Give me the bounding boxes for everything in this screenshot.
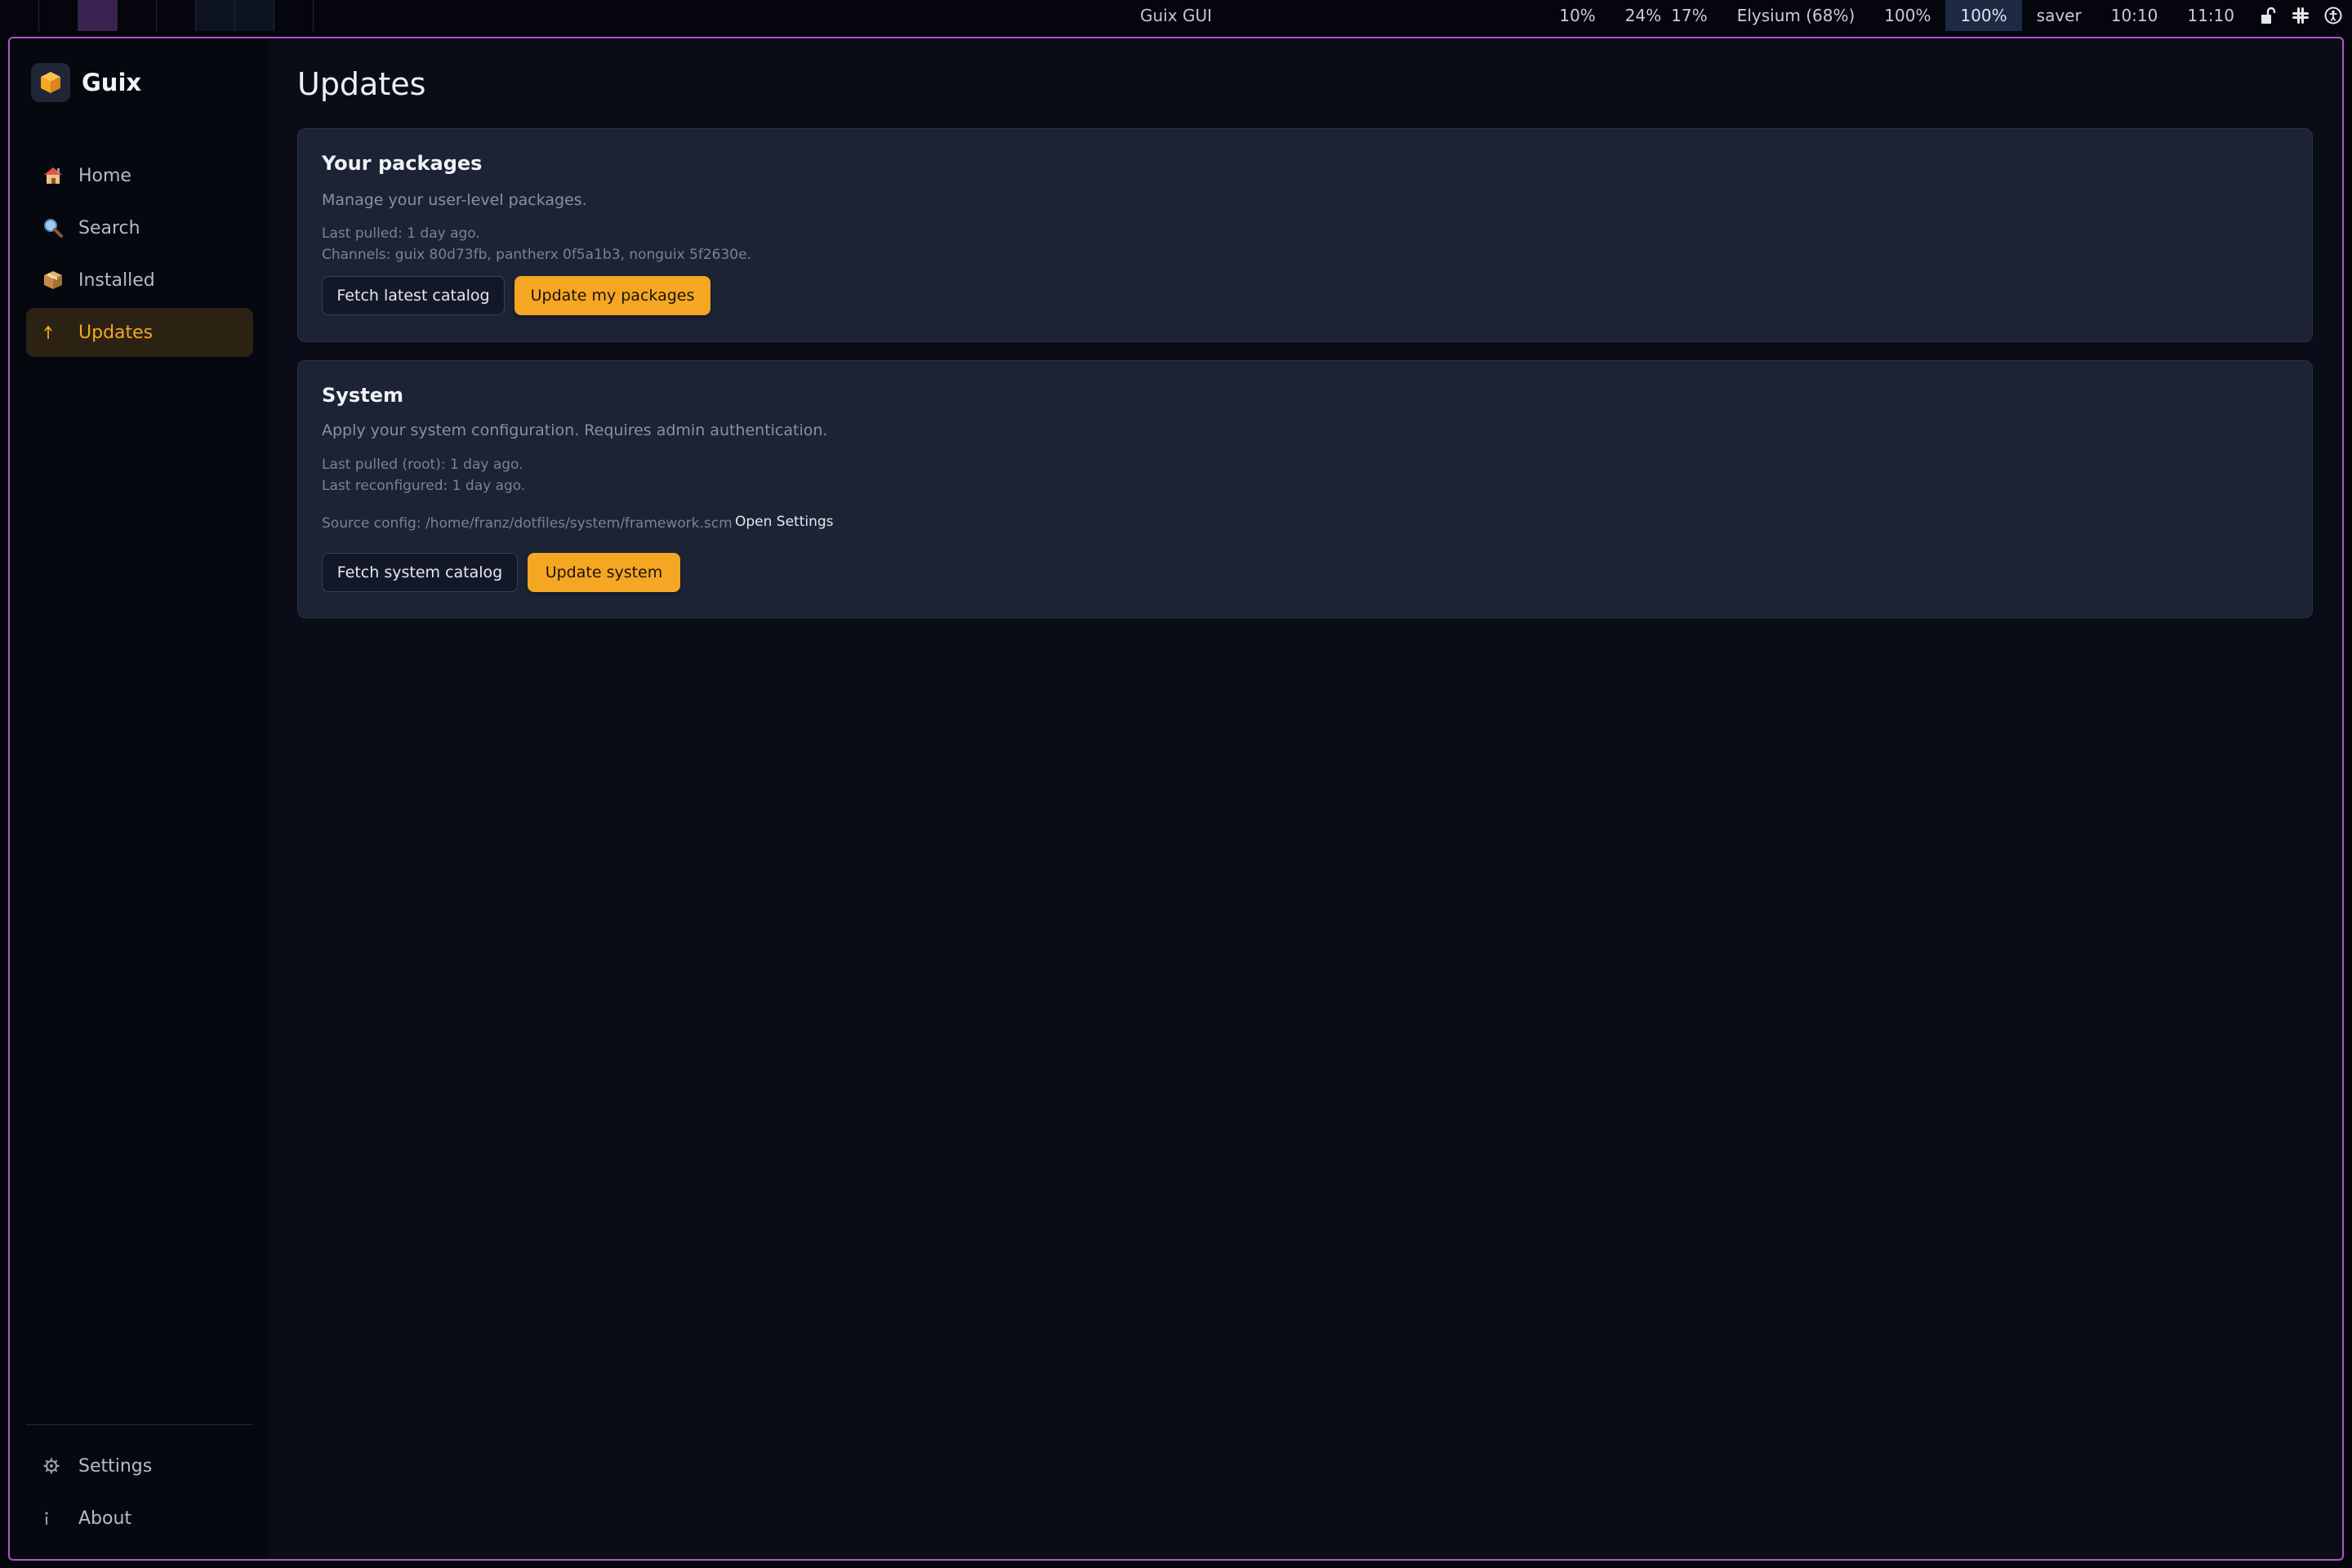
update-my-packages-button[interactable]: Update my packages [514,276,710,315]
clock-secondary: 11:10 [2187,6,2234,25]
sidebar-item-label: Installed [78,270,155,291]
system-last-reconfigured: Last reconfigured: 1 day ago. [322,478,526,494]
fetch-system-catalog-button[interactable]: Fetch system catalog [322,553,518,592]
open-settings-link[interactable]: Open Settings [735,514,834,530]
accessibility-icon[interactable] [2324,7,2342,24]
clock-local: 10:10 [2110,6,2158,25]
sidebar-item-updates[interactable]: Updates [26,308,253,357]
sidebar: Guix Home Search Installed Updates Setti… [10,38,268,1559]
home-icon [42,165,78,186]
package-icon [42,270,78,291]
guix-gui-window: Guix Home Search Installed Updates Setti… [8,37,2344,1561]
update-system-button[interactable]: Update system [528,553,680,592]
main-content: Updates Your packages Manage your user-l… [268,38,2342,1559]
arrow-up-icon [42,324,78,341]
system-card-description: Apply your system configuration. Require… [322,421,828,439]
packages-card: Your packages Manage your user-level pac… [297,128,2313,342]
sidebar-item-label: About [78,1508,132,1529]
sidebar-item-about[interactable]: About [26,1494,253,1543]
sidebar-nav: Home Search Installed Updates [26,151,253,360]
search-icon [42,217,78,238]
cpu-indicator: 10% [1559,6,1596,25]
system-tray [2249,7,2347,24]
wifi-indicator[interactable]: Elysium (68%) [1722,0,1870,31]
power-profile-indicator[interactable]: saver [2022,0,2096,31]
brightness-indicator[interactable]: 100% [1945,0,2022,31]
sidebar-item-home[interactable]: Home [26,151,253,200]
sidebar-bottom-nav: Settings About [26,1441,253,1546]
sidebar-divider [26,1424,253,1425]
fetch-latest-catalog-button[interactable]: Fetch latest catalog [322,276,505,315]
packages-channels: Channels: guix 80d73fb, pantherx 0f5a1b3… [322,247,751,263]
status-indicators: 10% 24% 17% Elysium (68%) 100% 100% save… [1544,0,2347,31]
page-title: Updates [297,66,426,102]
packages-last-pulled: Last pulled: 1 day ago. [322,225,480,242]
unlock-icon[interactable] [2261,7,2277,24]
sidebar-item-label: Home [78,165,131,186]
system-card-title: System [322,384,403,407]
gear-icon [42,1457,78,1475]
system-source-config: Source config: /home/franz/dotfiles/syst… [322,515,733,532]
packages-card-description: Manage your user-level packages. [322,191,587,209]
info-icon [42,1510,78,1526]
sidebar-item-label: Updates [78,322,154,343]
sidebar-item-label: Settings [78,1455,153,1477]
packages-card-title: Your packages [322,152,483,175]
system-last-pulled: Last pulled (root): 1 day ago. [322,457,523,473]
system-status-bar: Guix GUI 10% 24% 17% Elysium (68%) 100% … [0,0,2352,31]
sidebar-item-installed[interactable]: Installed [26,256,253,305]
slack-icon[interactable] [2292,7,2310,24]
app-name: Guix [82,69,142,96]
memory-indicator: 24% [1624,6,1662,25]
system-card: System Apply your system configuration. … [297,360,2313,618]
sidebar-item-label: Search [78,217,140,238]
sidebar-item-search[interactable]: Search [26,203,253,252]
package-cube-icon [31,63,70,102]
swap-indicator: 17% [1671,6,1708,25]
app-brand: Guix [31,63,141,102]
sidebar-item-settings[interactable]: Settings [26,1441,253,1490]
volume-indicator[interactable]: 100% [1869,0,1945,31]
